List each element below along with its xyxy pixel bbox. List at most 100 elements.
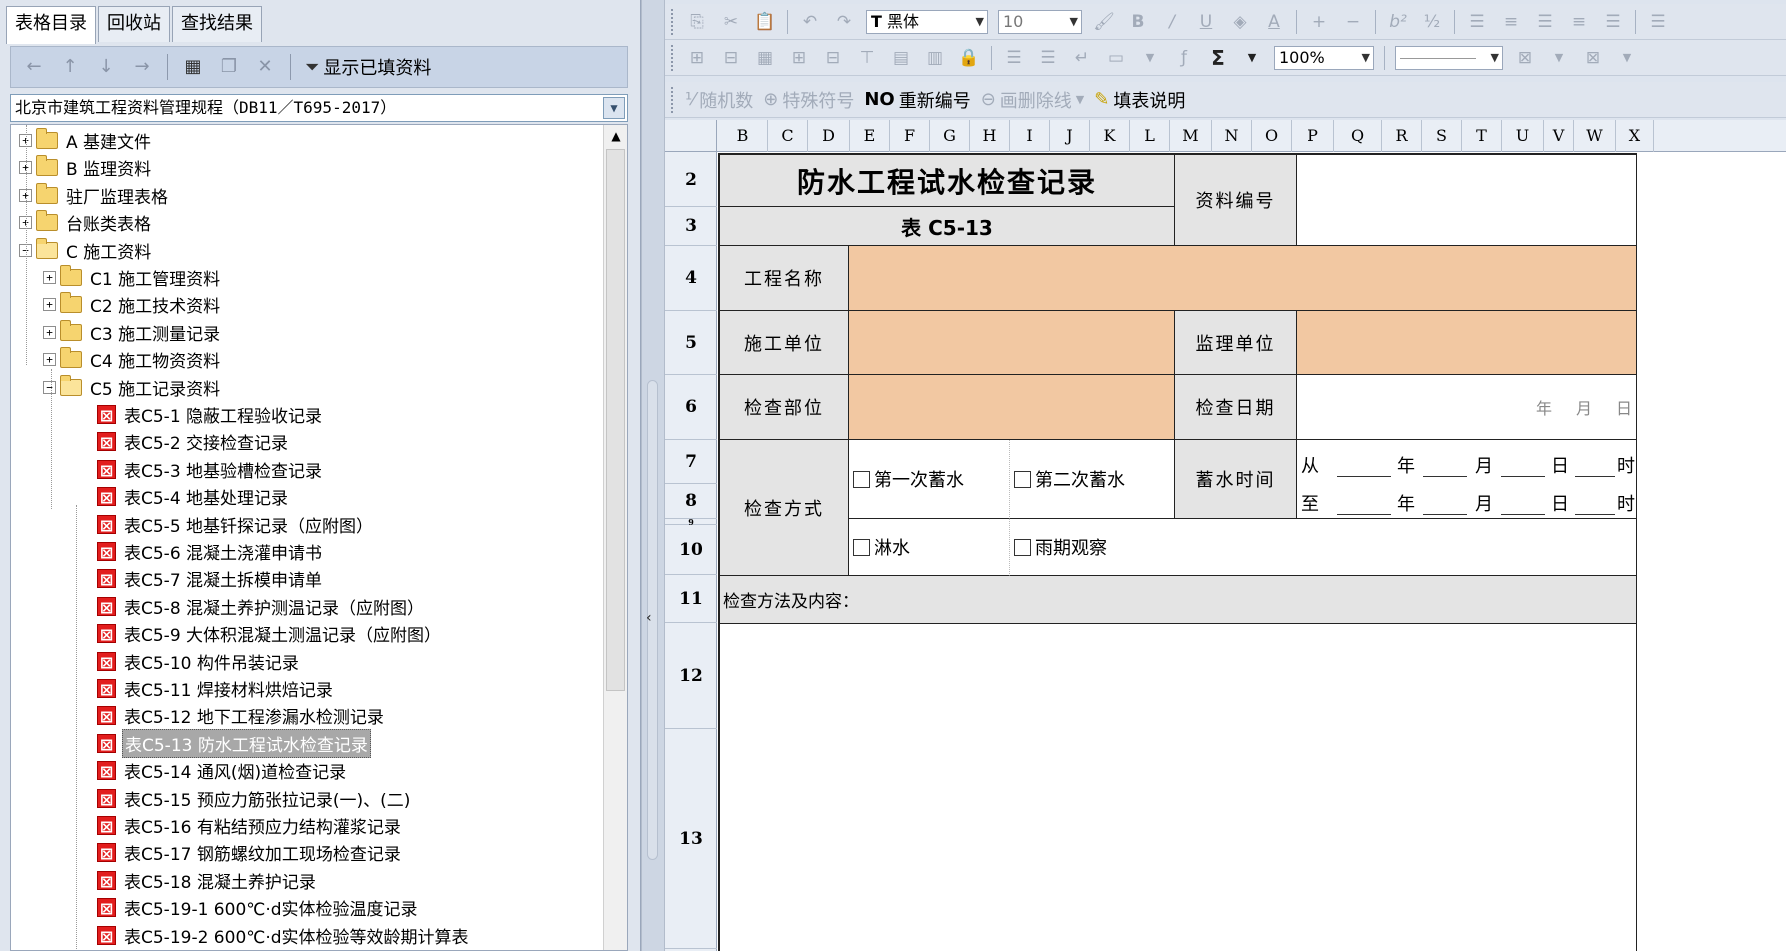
border-icon[interactable]: ▭ xyxy=(1104,48,1128,68)
row-header-cell[interactable]: 10 xyxy=(665,525,717,575)
insert-col-icon[interactable]: ⊞ xyxy=(787,48,811,68)
bold-icon[interactable]: B xyxy=(1126,12,1150,32)
column-header-cell[interactable]: K xyxy=(1090,120,1130,152)
insert-row-icon[interactable]: ⊞ xyxy=(685,48,709,68)
cut-icon[interactable]: ✂ xyxy=(719,12,743,32)
row-header-cell[interactable]: 12 xyxy=(665,623,717,729)
doc-no-field[interactable] xyxy=(1297,153,1637,246)
tree-item-folder[interactable]: − C 施工资料 xyxy=(19,237,153,264)
tree-item-table[interactable]: ⊠ 表C5-6 混凝土浇灌申请书 xyxy=(97,538,324,565)
undo-icon[interactable]: ↶ xyxy=(798,12,822,32)
tree-item-table[interactable]: ⊠ 表C5-2 交接检查记录 xyxy=(97,428,290,455)
tree-item-folder[interactable]: − C5 施工记录资料 xyxy=(43,374,222,401)
tree-item-table[interactable]: ⊠ 表C5-13 防水工程试水检查记录 xyxy=(97,728,371,758)
copy-format-icon[interactable]: ⎘ xyxy=(685,12,709,32)
contractor-field[interactable] xyxy=(849,311,1175,375)
row-header-cell[interactable]: 7 xyxy=(665,440,717,484)
to-day-line[interactable] xyxy=(1501,514,1545,515)
plus-icon[interactable]: + xyxy=(1307,12,1331,32)
tree-item-table[interactable]: ⊠ 表C5-3 地基验槽检查记录 xyxy=(97,456,324,483)
tree-item-table[interactable]: ⊠ 表C5-8 混凝土养护测温记录（应附图） xyxy=(97,593,426,620)
row-header-cell[interactable]: 5 xyxy=(665,311,717,375)
special-symbol-button[interactable]: ⊕ 特殊符号 xyxy=(763,87,854,113)
tree-item-folder[interactable]: + 驻厂监理表格 xyxy=(19,182,170,209)
arrow-down-icon[interactable]: ↓ xyxy=(95,56,117,78)
to-month-line[interactable] xyxy=(1423,514,1467,515)
sprinkle-option[interactable]: 淋水 xyxy=(849,519,1010,576)
tab-recycle-bin[interactable]: 回收站 xyxy=(98,6,170,42)
column-header-cell[interactable]: F xyxy=(890,120,930,152)
line-style-select[interactable]: ▼ xyxy=(1395,45,1503,70)
project-name-field[interactable] xyxy=(849,246,1637,311)
expand-icon[interactable]: + xyxy=(43,353,56,367)
tree-item-table[interactable]: ⊠ 表C5-12 地下工程渗漏水检测记录 xyxy=(97,702,386,729)
show-filled-button[interactable]: ⏷ 显示已填资料 xyxy=(305,54,431,80)
tree-item-table[interactable]: ⊠ 表C5-17 钢筋螺纹加工现场检查记录 xyxy=(97,839,403,866)
column-header-cell[interactable]: L xyxy=(1130,120,1170,152)
row-header-cell[interactable]: 2 xyxy=(665,153,717,207)
from-hour-line[interactable] xyxy=(1575,476,1615,477)
column-header-cell[interactable]: B xyxy=(718,120,768,152)
select-all-corner[interactable] xyxy=(665,120,717,152)
fraction-icon[interactable]: ½ xyxy=(1420,12,1444,32)
rain-checkbox[interactable] xyxy=(1014,538,1031,556)
rain-option[interactable]: 雨期观察 xyxy=(1010,519,1637,576)
chevron-down-icon[interactable]: ▼ xyxy=(1240,51,1264,64)
row-header-cell[interactable]: 6 xyxy=(665,375,717,440)
tree-item-table[interactable]: ⊠ 表C5-9 大体积混凝土测温记录（应附图） xyxy=(97,620,443,647)
italic-icon[interactable]: / xyxy=(1160,12,1184,32)
delete-col-icon[interactable]: ⊟ xyxy=(821,48,845,68)
split-cells-icon[interactable]: ⊤ xyxy=(855,48,879,68)
column-header-cell[interactable]: W xyxy=(1574,120,1616,152)
fill-color-icon[interactable]: ◈ xyxy=(1228,12,1252,32)
column-header-cell[interactable]: P xyxy=(1292,120,1334,152)
indent-icon[interactable]: ☰ xyxy=(1036,48,1060,68)
tree-item-table[interactable]: ⊠ 表C5-10 构件吊装记录 xyxy=(97,648,301,675)
strikethrough-button[interactable]: ⊖ 画删除线 ▼ xyxy=(981,87,1085,113)
merge-cells-icon[interactable]: ▦ xyxy=(753,48,777,68)
inspection-date-field[interactable]: 年 月 日 xyxy=(1297,375,1637,440)
fill-help-button[interactable]: ✎ 填表说明 xyxy=(1094,87,1185,113)
tree-item-table[interactable]: ⊠ 表C5-14 通风(烟)道检查记录 xyxy=(97,757,348,784)
formula-icon[interactable]: ƒ xyxy=(1172,48,1196,68)
column-header-cell[interactable]: D xyxy=(808,120,850,152)
row-header-cell[interactable]: 4 xyxy=(665,246,717,311)
sum-icon[interactable]: Σ xyxy=(1206,46,1230,70)
scrollbar-thumb[interactable] xyxy=(606,149,625,691)
column-header-cell[interactable]: X xyxy=(1616,120,1654,152)
column-header-cell[interactable]: V xyxy=(1544,120,1574,152)
row-header-cell[interactable]: 8 xyxy=(665,484,717,519)
expand-icon[interactable]: + xyxy=(43,298,56,312)
tree-item-table[interactable]: ⊠ 表C5-15 预应力筋张拉记录(一)、(二) xyxy=(97,785,412,812)
tree-item-folder[interactable]: + C3 施工测量记录 xyxy=(43,319,222,346)
tree-item-table[interactable]: ⊠ 表C5-19-2 600℃·d实体检验等效龄期计算表 xyxy=(97,922,471,949)
column-header-cell[interactable]: I xyxy=(1010,120,1050,152)
chevron-down-icon[interactable]: ▼ xyxy=(1076,93,1084,106)
collapse-icon[interactable]: − xyxy=(43,380,56,394)
chevron-down-icon[interactable]: ▼ xyxy=(1138,51,1162,64)
expand-icon[interactable]: + xyxy=(43,271,56,284)
random-number-button[interactable]: ⅟ 随机数 xyxy=(685,87,753,113)
second-storage-checkbox[interactable] xyxy=(1014,470,1031,488)
tree-item-folder[interactable]: + A 基建文件 xyxy=(19,127,153,154)
chevron-down-icon[interactable]: ▼ xyxy=(603,97,625,119)
tree-item-table[interactable]: ⊠ 表C5-18 混凝土养护记录 xyxy=(97,867,318,894)
standard-select[interactable]: 北京市建筑工程资料管理规程（DB11／T695-2017） ▼ xyxy=(10,94,628,122)
tree-item-table[interactable]: ⊠ 表C5-7 混凝土拆模申请单 xyxy=(97,565,324,592)
row-header-cell[interactable]: 3 xyxy=(665,207,717,246)
delete-row-icon[interactable]: ⊟ xyxy=(719,48,743,68)
align-center-icon[interactable]: ≡ xyxy=(1499,12,1523,32)
column-header-cell[interactable]: N xyxy=(1212,120,1252,152)
tab-catalog[interactable]: 表格目录 xyxy=(6,6,96,44)
column-header-cell[interactable]: Q xyxy=(1334,120,1382,152)
chevron-down-icon[interactable]: ▼ xyxy=(1547,51,1571,64)
column-header-cell[interactable]: E xyxy=(850,120,890,152)
tree-item-table[interactable]: ⊠ 表C5-4 地基处理记录 xyxy=(97,483,290,510)
storage-time-field[interactable]: 从 年 月 日 时 至 年 月 日 时 xyxy=(1297,440,1637,519)
column-header-cell[interactable]: T xyxy=(1462,120,1502,152)
first-storage-option[interactable]: 第一次蓄水 xyxy=(849,440,1010,519)
cell-border-icon[interactable]: ⊠ xyxy=(1581,48,1605,68)
delete-icon[interactable]: ✕ xyxy=(254,56,276,78)
underline-icon[interactable]: U xyxy=(1194,12,1218,32)
second-storage-option[interactable]: 第二次蓄水 xyxy=(1010,440,1175,519)
